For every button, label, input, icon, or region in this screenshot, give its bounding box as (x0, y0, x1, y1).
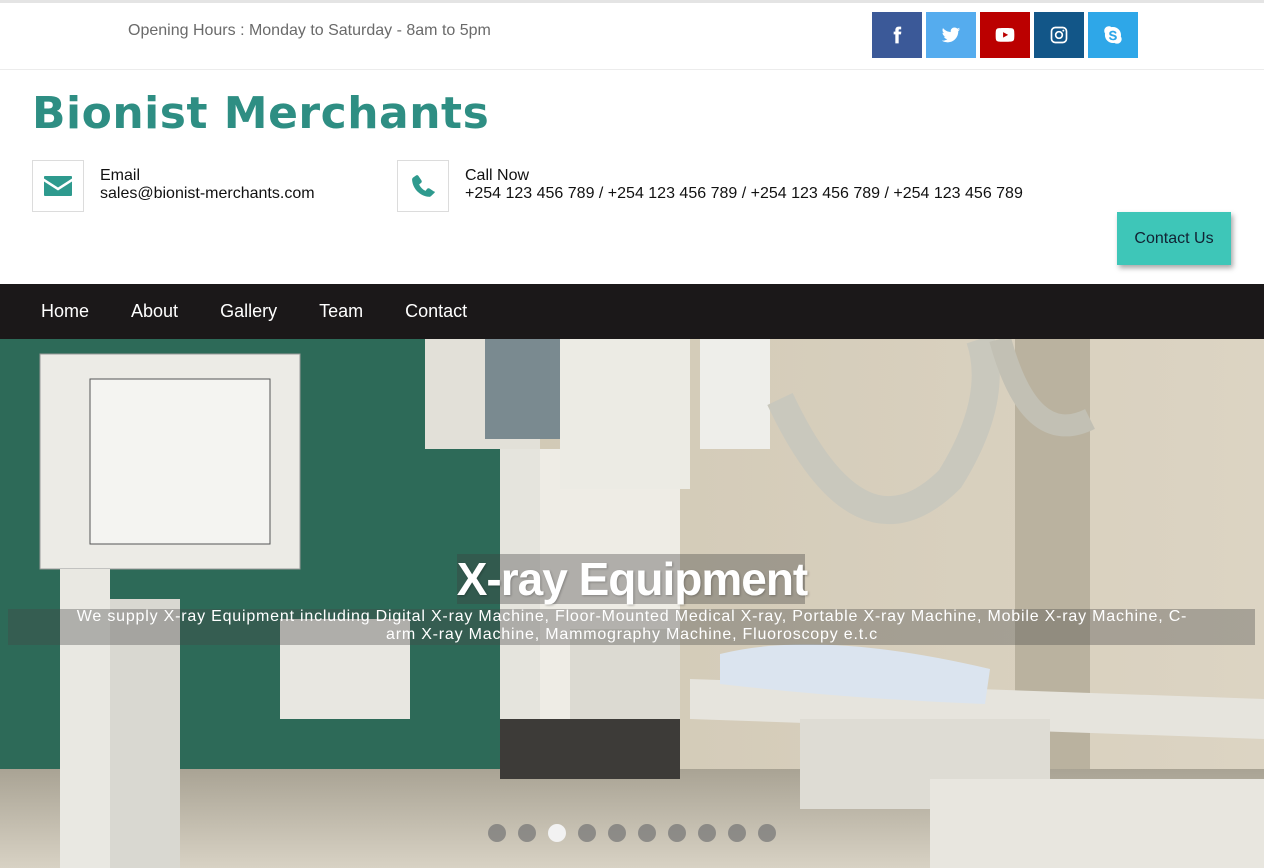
facebook-icon (893, 26, 902, 44)
skype-link[interactable] (1088, 12, 1138, 58)
nav-item-gallery[interactable]: Gallery (199, 301, 298, 322)
slider-dot[interactable] (668, 824, 686, 842)
facebook-link[interactable] (872, 12, 922, 58)
twitter-link[interactable] (926, 12, 976, 58)
slider-dots (488, 824, 776, 842)
envelope-icon (44, 176, 72, 196)
nav-item-home[interactable]: Home (20, 301, 110, 322)
instagram-icon (1050, 26, 1068, 44)
main-nav: Home About Gallery Team Contact (0, 284, 1264, 339)
slider-dot[interactable] (518, 824, 536, 842)
slider-dot[interactable] (728, 824, 746, 842)
email-label: Email (100, 167, 141, 184)
hero-subtitle: We supply X-ray Equipment including Digi… (76, 608, 1188, 643)
slider-dot[interactable] (608, 824, 626, 842)
brand-logo-text[interactable]: Bionist Merchants (32, 88, 489, 139)
slider-dot[interactable] (758, 824, 776, 842)
email-block: Email sales@bionist-merchants.com (32, 160, 315, 212)
phone-block: Call Now +254 123 456 789 / +254 123 456… (397, 160, 1023, 212)
slider-dot[interactable] (488, 824, 506, 842)
nav-item-team[interactable]: Team (298, 301, 384, 322)
slider-dot[interactable] (698, 824, 716, 842)
phone-value[interactable]: +254 123 456 789 / +254 123 456 789 / +2… (465, 185, 1023, 203)
email-icon-box (32, 160, 84, 212)
youtube-icon (995, 28, 1015, 42)
nav-item-about[interactable]: About (110, 301, 199, 322)
opening-hours: Opening Hours : Monday to Saturday - 8am… (128, 22, 491, 39)
nav-item-contact[interactable]: Contact (384, 301, 488, 322)
hero-title: X-ray Equipment (456, 553, 809, 605)
social-links (872, 12, 1138, 58)
slider-dot[interactable] (638, 824, 656, 842)
instagram-link[interactable] (1034, 12, 1084, 58)
phone-icon-box (397, 160, 449, 212)
slider-dot[interactable] (578, 824, 596, 842)
email-value[interactable]: sales@bionist-merchants.com (100, 185, 315, 203)
twitter-icon (941, 27, 961, 43)
hero-slider: X-ray Equipment We supply X-ray Equipmen… (0, 339, 1264, 868)
top-bar: Opening Hours : Monday to Saturday - 8am… (0, 3, 1264, 70)
slider-dot[interactable] (548, 824, 566, 842)
phone-icon (412, 175, 435, 197)
skype-icon (1104, 26, 1122, 44)
phone-label: Call Now (465, 167, 530, 184)
contact-us-button[interactable]: Contact Us (1117, 212, 1231, 265)
youtube-link[interactable] (980, 12, 1030, 58)
